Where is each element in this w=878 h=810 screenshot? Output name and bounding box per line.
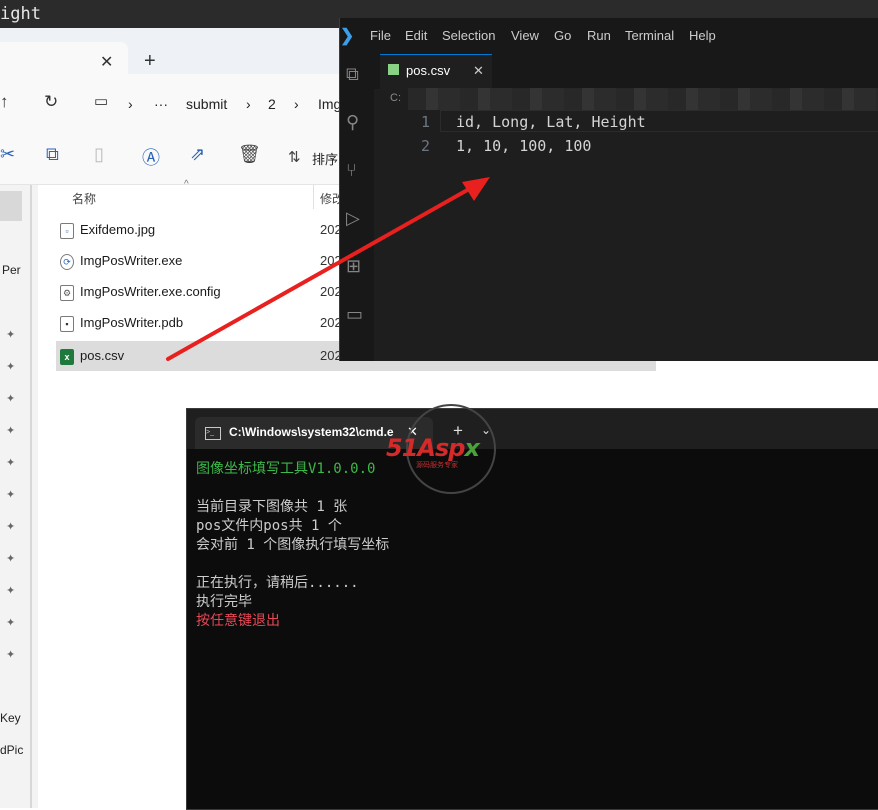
file-name: ImgPosWriter.pdb	[80, 315, 184, 330]
image-file-icon: ▫	[60, 223, 74, 239]
menu-selection[interactable]: Selection	[442, 28, 495, 43]
watermark-logo: 51Aspx	[386, 434, 480, 462]
sort-icon: ⇅	[288, 149, 301, 166]
extensions-icon[interactable]: ⊞	[346, 256, 368, 278]
exe-file-icon: ⟳	[60, 254, 74, 270]
vscode-window: ❯ File Edit Selection View Go Run Termin…	[339, 18, 878, 361]
pin-icon: ✦	[6, 617, 16, 629]
refresh-icon[interactable]: ↻	[44, 92, 58, 112]
chevron-right-icon: ›	[128, 96, 133, 112]
editor-tab-label: pos.csv	[406, 63, 451, 78]
computer-icon[interactable]: ▭	[94, 92, 108, 110]
code-line[interactable]: 1, 10, 100, 100	[456, 137, 591, 155]
sidebar-item-key[interactable]: Key	[0, 711, 21, 725]
menu-file[interactable]: File	[370, 28, 391, 43]
rename-icon[interactable]: Ⓐ	[142, 144, 160, 170]
chevron-right-icon: ›	[294, 96, 299, 112]
column-header-name[interactable]: 名称	[72, 190, 96, 207]
run-debug-icon[interactable]: ▷	[346, 208, 368, 230]
sort-button[interactable]: 排序	[312, 149, 338, 168]
file-name: Exifdemo.jpg	[80, 222, 156, 237]
paste-icon[interactable]: ▯	[94, 144, 104, 165]
menu-run[interactable]: Run	[587, 28, 611, 43]
breadcrumb-2[interactable]: 2	[268, 96, 276, 112]
file-name: pos.csv	[80, 348, 125, 363]
pin-icon: ✦	[6, 553, 16, 565]
line-number: 1	[420, 113, 430, 131]
editor-breadcrumb[interactable]: C:	[390, 92, 401, 104]
column-divider[interactable]	[313, 185, 314, 209]
explorer-tab-close-icon[interactable]: ✕	[100, 52, 113, 72]
pin-icon: ✦	[6, 329, 16, 341]
console-line: 会对前 1 个图像执行填写坐标	[196, 537, 390, 553]
menu-terminal[interactable]: Terminal	[625, 28, 674, 43]
watermark-subtitle: 源码服务专家	[416, 462, 458, 469]
redacted-path	[408, 88, 878, 110]
pin-icon: ✦	[6, 457, 16, 469]
copy-icon[interactable]: ⧉	[46, 144, 59, 165]
up-arrow-icon[interactable]: ↑	[0, 92, 9, 112]
pin-icon: ✦	[6, 361, 16, 373]
console-line: pos文件内pos共 1 个	[196, 518, 342, 534]
pin-icon: ✦	[6, 521, 16, 533]
remote-explorer-icon[interactable]: ▭	[346, 304, 368, 326]
cut-icon[interactable]: ✂	[0, 144, 15, 165]
cmd-tab-title: C:\Windows\system32\cmd.e	[229, 425, 394, 439]
menu-edit[interactable]: Edit	[405, 28, 427, 43]
pdb-file-icon: ▪	[60, 316, 74, 332]
breadcrumb-img[interactable]: Img	[318, 96, 341, 112]
explorer-files-icon[interactable]: ⧉	[346, 64, 368, 86]
csv-file-icon	[388, 64, 399, 75]
console-line: 正在执行，请稍后......	[196, 575, 359, 591]
source-control-icon[interactable]: ⑂	[346, 160, 368, 182]
code-line[interactable]: id, Long, Lat, Height	[456, 113, 646, 131]
file-name: ImgPosWriter.exe.config	[80, 284, 221, 299]
line-number: 2	[420, 137, 430, 155]
delete-icon[interactable]: 🗑	[238, 144, 261, 165]
chevron-right-icon: ›	[246, 96, 251, 112]
vscode-logo-icon: ❯	[340, 26, 355, 45]
explorer-new-tab-button[interactable]: +	[144, 50, 156, 73]
pin-icon: ✦	[6, 489, 16, 501]
pin-icon: ✦	[6, 425, 16, 437]
config-file-icon: ⚙	[60, 285, 74, 301]
breadcrumb-submit[interactable]: submit	[186, 96, 227, 112]
sidebar-selected-item[interactable]	[0, 191, 22, 221]
console-line: 当前目录下图像共 1 张	[196, 499, 348, 515]
menu-view[interactable]: View	[511, 28, 539, 43]
breadcrumb-more[interactable]: ···	[154, 96, 168, 112]
sidebar-item-dpic[interactable]: dPic	[0, 743, 23, 757]
share-icon[interactable]: ⇗	[190, 144, 205, 165]
file-name: ImgPosWriter.exe	[80, 253, 183, 268]
cmd-window: >_ C:\Windows\system32\cmd.e ✕ + ⌄ 图像坐标填…	[186, 408, 878, 810]
console-line: 图像坐标填写工具V1.0.0.0	[196, 461, 376, 477]
menu-help[interactable]: Help	[689, 28, 716, 43]
search-icon[interactable]: ⚲	[346, 112, 368, 134]
pin-icon: ✦	[6, 585, 16, 597]
console-line: 按任意键退出	[196, 613, 280, 629]
watermark-accent-text: x	[464, 434, 480, 462]
terminal-icon: >_	[205, 427, 221, 440]
watermark-main-text: 51Asp	[386, 434, 465, 462]
sidebar-divider[interactable]	[30, 185, 32, 808]
pin-icon: ✦	[6, 393, 16, 405]
csv-file-icon: x	[60, 349, 74, 365]
console-line: 执行完毕	[196, 594, 252, 610]
menu-go[interactable]: Go	[554, 28, 571, 43]
sort-ascending-icon: ^	[184, 179, 189, 190]
sidebar-item-per[interactable]: Per	[2, 263, 21, 277]
pin-icon: ✦	[6, 649, 16, 661]
close-icon[interactable]: ✕	[473, 63, 484, 79]
